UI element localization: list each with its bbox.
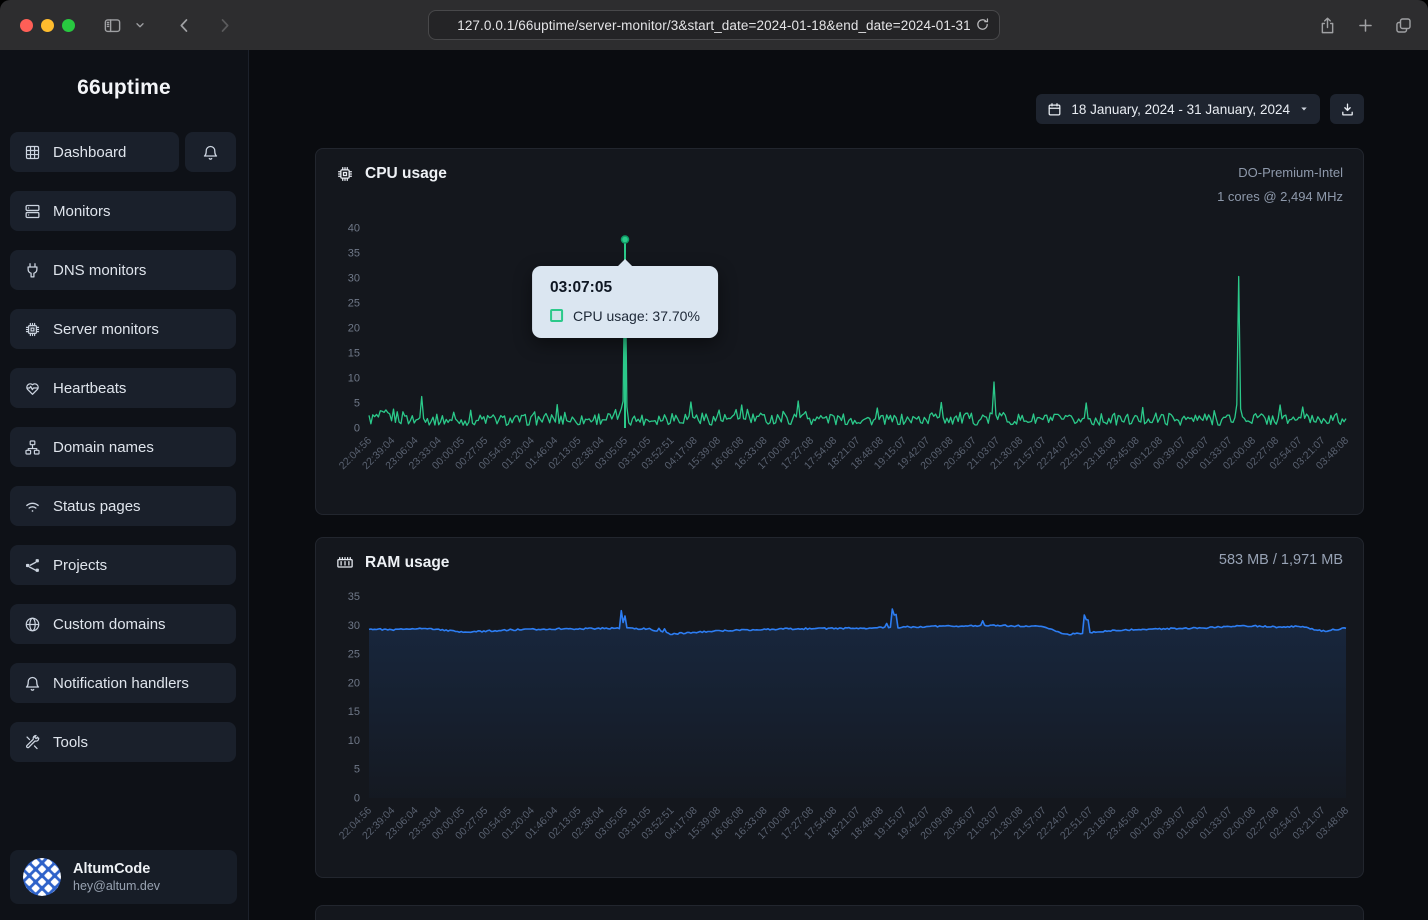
series-swatch-icon [550, 309, 563, 322]
chip-icon [24, 321, 41, 338]
date-range-label: 18 January, 2024 - 31 January, 2024 [1071, 102, 1290, 117]
ram-chart-title: RAM usage [365, 554, 449, 572]
sidebar-item-label: Heartbeats [53, 380, 126, 397]
svg-text:0: 0 [354, 423, 360, 435]
svg-text:40: 40 [348, 223, 360, 235]
sidebar-chevron-button[interactable] [129, 14, 151, 36]
nodes-icon [24, 557, 41, 574]
svg-text:35: 35 [348, 591, 360, 603]
url-text: 127.0.0.1/66uptime/server-monitor/3&star… [457, 18, 971, 33]
sidebar-item-projects[interactable]: Projects [10, 545, 236, 585]
notifications-button[interactable] [185, 132, 236, 172]
cpu-chip-icon [336, 165, 354, 183]
sidebar-item-label: Domain names [53, 439, 154, 456]
browser-toolbar: 127.0.0.1/66uptime/server-monitor/3&star… [0, 0, 1428, 50]
tooltip-value: CPU usage: 37.70% [573, 308, 700, 324]
export-button[interactable] [1330, 94, 1364, 124]
back-button[interactable] [173, 14, 195, 36]
svg-text:30: 30 [348, 620, 360, 632]
cpu-chart-title: CPU usage [365, 165, 447, 183]
svg-text:20: 20 [348, 323, 360, 335]
browser-window: 127.0.0.1/66uptime/server-monitor/3&star… [0, 0, 1428, 920]
wifi-icon [24, 498, 41, 515]
forward-button[interactable] [213, 14, 235, 36]
address-bar[interactable]: 127.0.0.1/66uptime/server-monitor/3&star… [428, 10, 1000, 40]
heart-icon [24, 380, 41, 397]
sidebar-item-monitors[interactable]: Monitors [10, 191, 236, 231]
sidebar-nav: Dashboard Monitors DNS monitors Server moni… [0, 132, 248, 762]
grid-icon [24, 144, 41, 161]
ram-usage-card: RAM usage 583 MB / 1,971 MB 0 5 10 15 20 25 30… [315, 537, 1364, 878]
svg-text:5: 5 [354, 764, 360, 776]
sitemap-icon [24, 439, 41, 456]
close-window-button[interactable] [20, 19, 33, 32]
cpu-cores-label: 1 cores @ 2,494 MHz [1217, 185, 1343, 209]
zoom-window-button[interactable] [62, 19, 75, 32]
brand-logo: 66uptime [0, 76, 248, 106]
date-range-picker[interactable]: 18 January, 2024 - 31 January, 2024 [1036, 94, 1320, 124]
minimize-window-button[interactable] [41, 19, 54, 32]
svg-text:15: 15 [348, 348, 360, 360]
ram-chart[interactable]: 0510152025303522:04:5622:39:0423:06:0423… [316, 582, 1365, 879]
chart-tooltip: 03:07:05 CPU usage: 37.70% [532, 266, 718, 338]
sidebar-item-notification-handlers[interactable]: Notification handlers [10, 663, 236, 703]
plug-icon [24, 262, 41, 279]
traffic-lights [20, 19, 75, 32]
sidebar-item-server-monitors[interactable]: Server monitors [10, 309, 236, 349]
sidebar-item-dns-monitors[interactable]: DNS monitors [10, 250, 236, 290]
reload-icon[interactable] [972, 16, 992, 36]
avatar [23, 858, 61, 896]
cpu-usage-card: CPU usage DO-Premium-Intel 1 cores @ 2,4… [315, 148, 1364, 515]
account-card[interactable]: AltumCode hey@altum.dev [10, 850, 237, 904]
svg-text:25: 25 [348, 649, 360, 661]
tooltip-time: 03:07:05 [550, 279, 700, 297]
svg-text:20: 20 [348, 677, 360, 689]
cpu-chart[interactable]: 051015202530354022:04:5622:39:0423:06:04… [316, 209, 1365, 516]
svg-text:10: 10 [348, 373, 360, 385]
share-icon[interactable] [1316, 14, 1338, 36]
new-tab-icon[interactable] [1354, 14, 1376, 36]
sidebar-toggle-button[interactable] [101, 14, 123, 36]
server-icon [24, 203, 41, 220]
sidebar-item-custom-domains[interactable]: Custom domains [10, 604, 236, 644]
sidebar-item-dashboard[interactable]: Dashboard [10, 132, 179, 172]
account-name: AltumCode [73, 861, 160, 877]
sidebar-item-label: Status pages [53, 498, 141, 515]
sidebar-item-label: Dashboard [53, 144, 126, 161]
calendar-icon [1047, 102, 1062, 117]
sidebar-item-domain-names[interactable]: Domain names [10, 427, 236, 467]
sidebar-item-tools[interactable]: Tools [10, 722, 236, 762]
bell-icon [202, 144, 219, 161]
sidebar-item-heartbeats[interactable]: Heartbeats [10, 368, 236, 408]
svg-text:10: 10 [348, 735, 360, 747]
sidebar-item-label: Notification handlers [53, 675, 189, 692]
tools-icon [24, 734, 41, 751]
svg-text:25: 25 [348, 298, 360, 310]
cpu-model-label: DO-Premium-Intel [1217, 161, 1343, 185]
sidebar-item-label: Projects [53, 557, 107, 574]
ram-usage-total: 583 MB / 1,971 MB [1219, 552, 1343, 568]
account-email: hey@altum.dev [73, 879, 160, 893]
sidebar-item-status-pages[interactable]: Status pages [10, 486, 236, 526]
svg-text:5: 5 [354, 398, 360, 410]
download-icon [1340, 102, 1355, 117]
ram-icon [336, 554, 354, 572]
svg-text:0: 0 [354, 793, 360, 805]
sidebar-item-label: Server monitors [53, 321, 159, 338]
svg-text:30: 30 [348, 273, 360, 285]
globe-icon [24, 616, 41, 633]
svg-text:15: 15 [348, 706, 360, 718]
sidebar-item-label: Tools [53, 734, 88, 751]
svg-text:35: 35 [348, 248, 360, 260]
main-content: 18 January, 2024 - 31 January, 2024 [249, 50, 1428, 920]
sidebar-item-label: Custom domains [53, 616, 166, 633]
chevron-down-icon [1299, 104, 1309, 114]
sidebar: 66uptime Dashboard Monitors DNS monitors Se… [0, 50, 249, 920]
sidebar-item-label: Monitors [53, 203, 111, 220]
tab-overview-icon[interactable] [1392, 14, 1414, 36]
sidebar-item-label: DNS monitors [53, 262, 146, 279]
bell-icon [24, 675, 41, 692]
next-card [315, 905, 1364, 920]
